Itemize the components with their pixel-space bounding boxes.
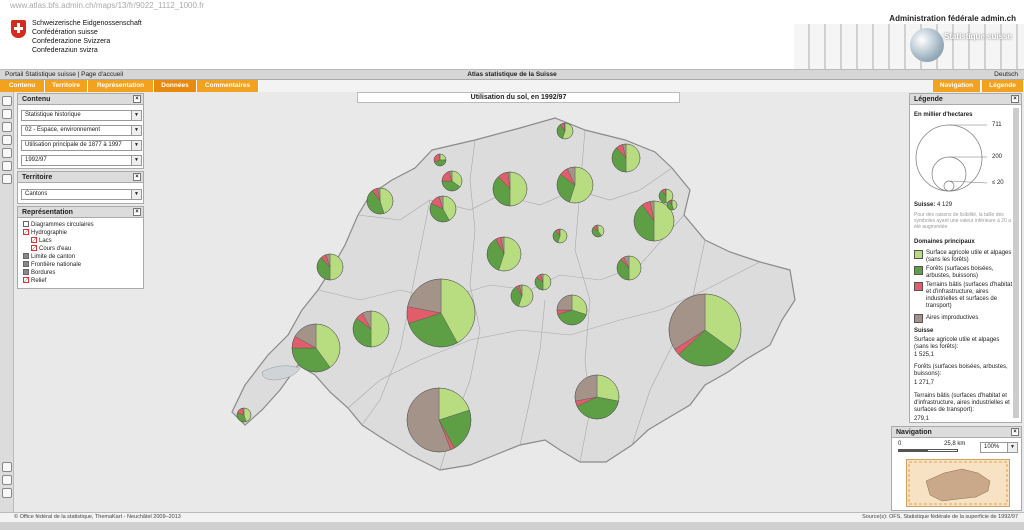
- source-note: Source(s): OFS, Statistique fédérale de …: [862, 514, 1018, 520]
- canton-pie: [611, 143, 641, 173]
- canton-pie: [510, 284, 534, 308]
- canton-pie: [316, 253, 344, 281]
- domain-built: Terrains bâtis (surfaces d'habitat et d'…: [926, 282, 1013, 309]
- chevron-down-icon: ▼: [1007, 443, 1017, 452]
- value-built: 279,1: [914, 416, 930, 422]
- value-agri: 1 525,1: [914, 352, 935, 358]
- map-canvas[interactable]: [0, 0, 1024, 530]
- canton-pie: [486, 236, 522, 272]
- canton-pie: [236, 407, 252, 423]
- canton-pie: [556, 166, 594, 204]
- value-agri-label: Surface agricole utile et alpages (sans …: [914, 337, 1000, 350]
- canton-pie: [441, 170, 463, 192]
- footer: © Office fédéral de la statistique, Them…: [0, 512, 1024, 522]
- domains-title: Domaines principaux: [914, 239, 975, 245]
- copyright: © Office fédéral de la statistique, Them…: [14, 514, 181, 520]
- legend-panel: Légende × En millier d'hectares 711 200 ≤…: [909, 93, 1022, 423]
- canton-pie: [591, 224, 605, 238]
- canton-pie: [352, 310, 390, 348]
- scale-zero: 0: [898, 441, 902, 447]
- domain-agri: Surface agricole utile et alpages (sans …: [926, 250, 1012, 263]
- canton-pie: [666, 199, 678, 211]
- navigation-panel-header: Navigation ×: [892, 427, 1021, 438]
- canton-pie: [556, 122, 574, 140]
- scale-bar: [898, 449, 958, 452]
- canton-pie: [406, 387, 472, 453]
- zoom-select[interactable]: 100% ▼: [980, 442, 1018, 453]
- value-forest-label: Forêts (surfaces boisées, arbustes, buis…: [914, 364, 1008, 377]
- legend-unit: En millier d'hectares: [914, 112, 973, 118]
- canton-pie: [552, 228, 568, 244]
- canton-pie: [291, 323, 341, 373]
- canton-pie: [556, 294, 588, 326]
- canton-pie: [492, 171, 528, 207]
- values-title: Suisse: [914, 328, 934, 334]
- canton-pie: [668, 293, 742, 367]
- domain-forest: Forêts (surfaces boisées, arbustes, buis…: [926, 266, 994, 279]
- canton-pie: [616, 255, 642, 281]
- canton-pie: [366, 187, 394, 215]
- canton-pie: [534, 273, 552, 291]
- map-title: Utilisation du sol, en 1992/97: [357, 92, 680, 103]
- size-label-mid: 200: [992, 154, 1003, 160]
- value-forest: 1 271,7: [914, 380, 935, 386]
- legend-note: Pour des raisons de lisibilité, la taill…: [914, 212, 1012, 230]
- canton-pie: [429, 195, 457, 223]
- canton-pie: [433, 153, 447, 167]
- swatch-forest: [914, 266, 923, 275]
- size-label-min: ≤ 20: [992, 180, 1004, 186]
- status-strip: [0, 522, 1024, 530]
- swatch-unprod: [914, 314, 923, 323]
- navigation-panel: Navigation × 0 25,8 km 100% ▼: [891, 426, 1022, 511]
- scale-km: 25,8 km: [944, 441, 966, 447]
- size-label-max: 711: [992, 122, 1002, 128]
- canton-pie: [574, 374, 620, 420]
- suisse-total: Suisse: 4 129: [914, 202, 953, 208]
- close-icon[interactable]: ×: [1011, 95, 1019, 103]
- value-built-label: Terrains bâtis (surfaces d'habitat et d'…: [914, 393, 1010, 413]
- domain-unprod: Aires improductives: [926, 315, 979, 321]
- legend-panel-header: Légende ×: [910, 94, 1021, 105]
- canton-pie: [406, 278, 476, 348]
- close-icon[interactable]: ×: [1011, 428, 1019, 436]
- swatch-agri: [914, 250, 923, 259]
- swatch-built: [914, 282, 923, 291]
- overview-map[interactable]: [906, 459, 1010, 507]
- legend-scrollbar[interactable]: [1013, 108, 1019, 418]
